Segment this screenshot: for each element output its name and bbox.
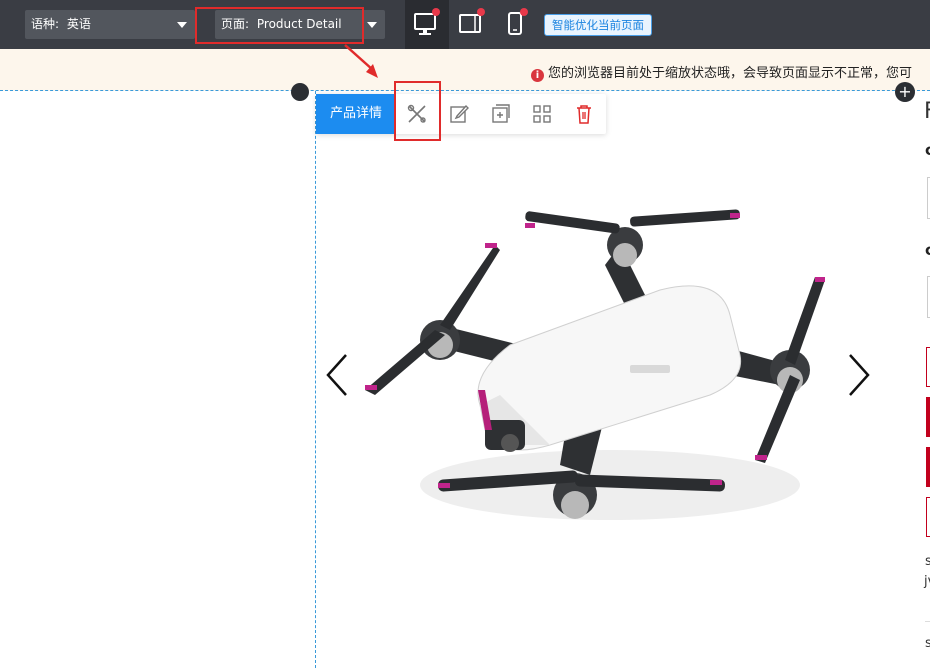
chevron-down-icon: [177, 22, 187, 28]
page-select-highlight: [195, 7, 364, 44]
grid-icon[interactable]: [530, 102, 554, 126]
zoom-warning-text: 您的浏览器目前处于缩放状态哦，会导致页面显示不正常，您可: [548, 66, 913, 81]
quantity-field-fragment[interactable]: [926, 347, 930, 387]
module-name-label: 产品详情: [316, 94, 396, 134]
desktop-icon: [414, 13, 436, 35]
product-info-panel: + F c c s jv s: [895, 82, 930, 668]
language-select-value: 英语: [66, 17, 91, 31]
mobile-icon: [508, 12, 522, 35]
top-bar: 语种: 英语 页面: Product Detail 智能优化当前页面: [0, 0, 930, 49]
annotation-arrow: [344, 44, 378, 78]
trash-icon[interactable]: [572, 102, 596, 126]
zoom-warning-bar: i 您的浏览器目前处于缩放状态哦，会导致页面显示不正常，您可: [0, 49, 930, 91]
chevron-down-icon: [367, 22, 377, 28]
module-corner-handle: [291, 83, 309, 101]
description-fragment: s: [925, 636, 930, 651]
divider: [925, 621, 930, 622]
buy-button-fragment[interactable]: [926, 397, 930, 437]
inquiry-button-fragment[interactable]: [926, 497, 930, 537]
notification-dot: [520, 8, 528, 16]
description-fragment: jv: [924, 574, 930, 589]
language-select-label: 语种:: [31, 17, 60, 31]
tablet-view-button[interactable]: [449, 0, 493, 49]
mobile-view-button[interactable]: [493, 0, 537, 49]
chevron-right-icon[interactable]: [844, 352, 874, 398]
option-label-fragment: c: [925, 241, 930, 259]
tablet-icon: [459, 14, 481, 33]
notification-dot: [432, 8, 440, 16]
add-copy-icon[interactable]: [488, 102, 512, 126]
chevron-left-icon[interactable]: [322, 352, 352, 398]
desktop-view-button[interactable]: [405, 0, 449, 49]
module-toolbar: 产品详情: [316, 94, 606, 134]
add-module-handle[interactable]: +: [895, 82, 915, 102]
description-fragment: s: [925, 554, 930, 569]
info-icon: i: [531, 69, 544, 82]
cart-button-fragment[interactable]: [926, 447, 930, 487]
edit-icon[interactable]: [447, 102, 471, 126]
notification-dot: [477, 8, 485, 16]
option-label-fragment: c: [925, 141, 930, 159]
module-outline: [315, 91, 316, 668]
language-select[interactable]: 语种: 英语: [25, 10, 195, 39]
product-title-fragment: F: [924, 99, 930, 124]
smart-optimize-button[interactable]: 智能优化当前页面: [544, 14, 652, 36]
device-switcher: [405, 0, 540, 49]
tools-highlight: [394, 81, 441, 141]
product-image: [365, 209, 825, 520]
zoom-warning: i 您的浏览器目前处于缩放状态哦，会导致页面显示不正常，您可: [531, 62, 912, 82]
canvas-blank-area: [0, 91, 316, 668]
